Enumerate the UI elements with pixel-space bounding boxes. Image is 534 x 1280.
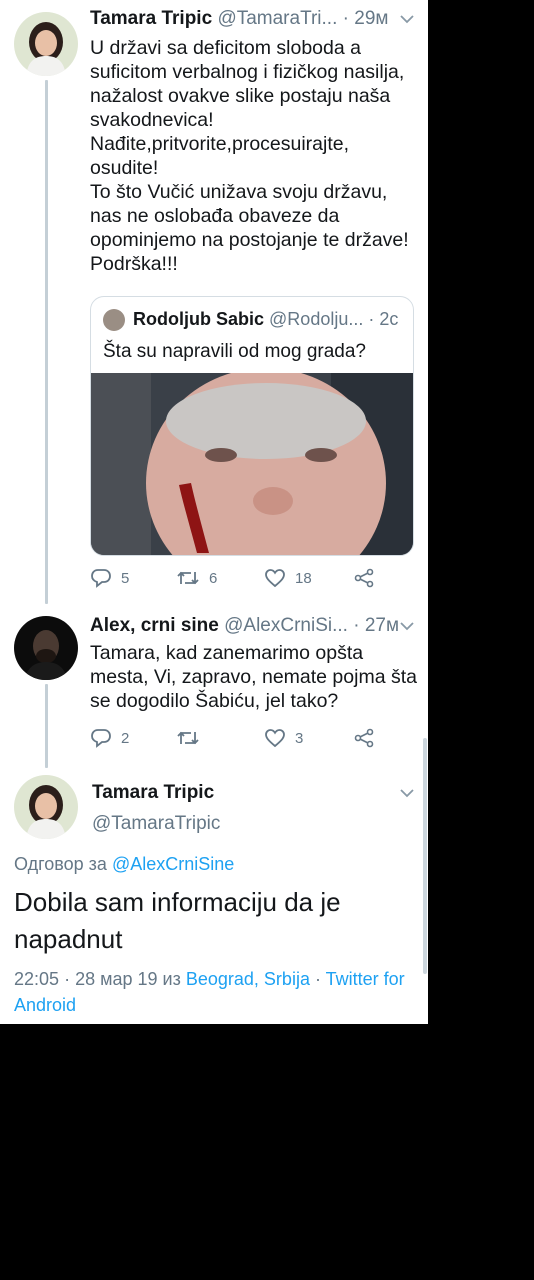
avatar[interactable] xyxy=(14,775,78,839)
separator: · xyxy=(64,969,71,989)
tweet-actions: 5 6 18 xyxy=(90,568,420,592)
reply-icon xyxy=(91,729,111,748)
separator: · xyxy=(314,969,321,989)
scrollbar[interactable] xyxy=(423,738,427,974)
separator: · xyxy=(342,8,349,29)
retweet-button[interactable]: 6 xyxy=(176,568,217,588)
like-count: 18 xyxy=(295,569,312,587)
share-icon xyxy=(354,728,374,748)
quoted-tweet[interactable]: Rodoljub Sabic @Rodolju... · 2c Šta su n… xyxy=(90,296,414,556)
retweet-button[interactable] xyxy=(176,728,209,748)
chevron-down-icon[interactable] xyxy=(400,621,414,631)
author-name[interactable]: Alex, crni sine xyxy=(90,615,219,636)
retweet-icon xyxy=(177,571,199,585)
share-button[interactable] xyxy=(354,728,374,748)
author-name[interactable]: Tamara Tripic xyxy=(92,782,214,804)
from-label: из xyxy=(162,969,181,989)
retweet-count: 6 xyxy=(209,569,218,587)
thread-line xyxy=(45,684,48,768)
like-count: 3 xyxy=(295,729,304,747)
author-name[interactable]: Tamara Tripic xyxy=(90,8,212,29)
author-handle[interactable]: @AlexCrniSi... xyxy=(224,615,348,636)
tweet-time: 22:05 xyxy=(14,969,60,989)
reply-icon xyxy=(91,569,111,588)
tweet-date: 28 мар 19 xyxy=(75,969,158,989)
tweet-text: Dobila sam informaciju da je napadnut xyxy=(14,887,341,954)
quote-text: Šta su napravili od mog grada? xyxy=(103,341,366,362)
like-button[interactable]: 18 xyxy=(264,568,312,588)
like-button[interactable]: 3 xyxy=(264,728,303,748)
avatar[interactable] xyxy=(14,12,78,76)
author-handle[interactable]: @TamaraTri... xyxy=(217,8,337,29)
replying-to: Одговор за @AlexCrniSine xyxy=(14,854,234,875)
chevron-down-icon[interactable] xyxy=(400,788,414,798)
author-name: Rodoljub Sabic xyxy=(133,309,265,329)
quote-photo[interactable] xyxy=(91,373,413,555)
like-icon xyxy=(265,569,285,588)
author-handle[interactable]: @TamaraTripic xyxy=(92,813,220,835)
timestamp[interactable]: 27м xyxy=(365,615,399,636)
replying-prefix: Одговор за xyxy=(14,854,107,874)
thread-line xyxy=(45,80,48,604)
avatar xyxy=(103,309,125,331)
tweet-text: U državi sa deficitom sloboda a suficito… xyxy=(90,37,409,275)
quote-header: Rodoljub Sabic @Rodolju... · 2c xyxy=(133,309,398,330)
reply-count: 2 xyxy=(121,729,130,747)
reply-count: 5 xyxy=(121,569,130,587)
separator: · xyxy=(368,309,375,329)
retweet-icon xyxy=(177,731,199,745)
tweet-meta: 22:05 · 28 мар 19 из Beograd, Srbija · T… xyxy=(14,966,420,1018)
tweet-actions: 2 3 xyxy=(90,728,420,752)
avatar[interactable] xyxy=(14,616,78,680)
author-handle: @Rodolju... xyxy=(269,309,364,329)
reply-button[interactable]: 5 xyxy=(90,568,129,588)
tweet-header: Tamara Tripic @TamaraTri... · 29м xyxy=(90,8,388,30)
tweet-thread: Tamara Tripic @TamaraTri... · 29м U drža… xyxy=(0,0,428,1024)
replying-to-link[interactable]: @AlexCrniSine xyxy=(112,854,234,874)
separator: · xyxy=(353,615,360,636)
chevron-down-icon[interactable] xyxy=(400,14,414,24)
timestamp[interactable]: 29м xyxy=(354,8,388,29)
timestamp: 2c xyxy=(379,309,399,329)
reply-button[interactable]: 2 xyxy=(90,728,129,748)
share-button[interactable] xyxy=(354,568,374,588)
location-link[interactable]: Beograd, Srbija xyxy=(186,969,310,989)
share-icon xyxy=(354,568,374,588)
tweet-header: Alex, crni sine @AlexCrniSi... · 27м xyxy=(90,615,399,637)
tweet-text: Tamara, kad zanemarimo opšta mesta, Vi, … xyxy=(90,642,417,712)
like-icon xyxy=(265,729,285,748)
